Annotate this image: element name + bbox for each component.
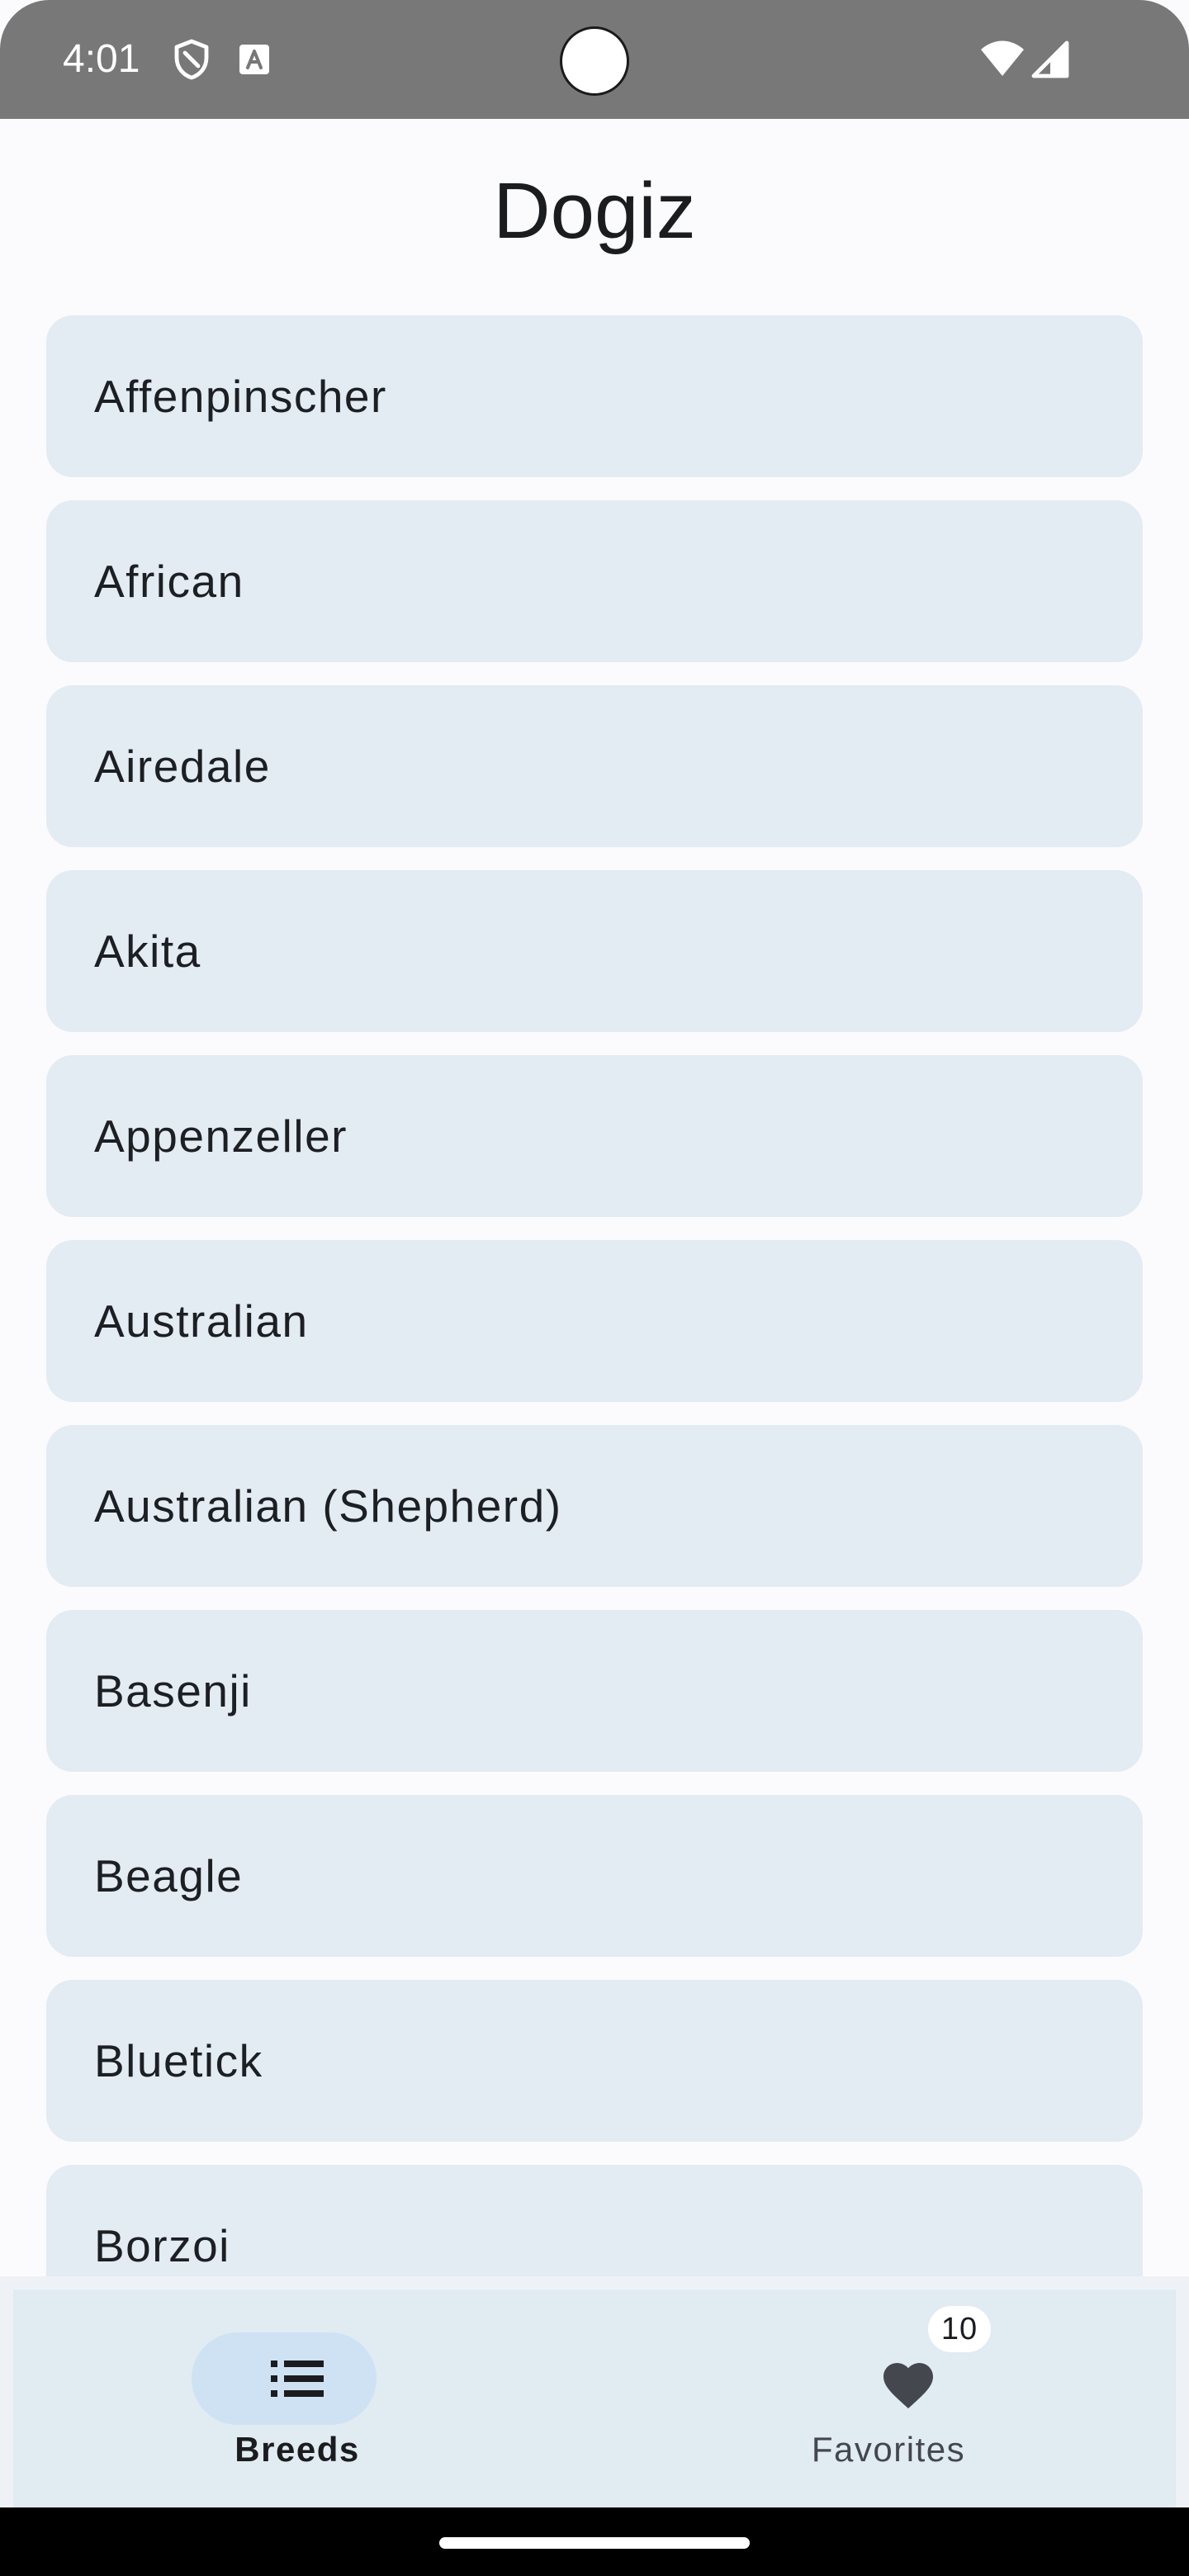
status-time: 4:01: [63, 37, 140, 81]
gesture-navigation-area: [0, 2507, 1189, 2576]
breed-list-item[interactable]: Bluetick: [46, 1980, 1143, 2142]
favorites-count-badge: 10: [928, 2306, 991, 2352]
bottom-navigation: Breeds 10 Favorites: [0, 2276, 1189, 2507]
a-icon: [239, 45, 269, 74]
breed-list-item[interactable]: Borzoi: [46, 2165, 1143, 2276]
status-bar: 4:01: [0, 0, 1189, 119]
breed-list[interactable]: Affenpinscher African Airedale Akita App…: [46, 315, 1143, 2276]
breed-label: Airedale: [94, 741, 271, 792]
app-title: Dogiz: [493, 167, 696, 255]
breed-label: Basenji: [94, 1665, 252, 1717]
nav-label-favorites: Favorites: [811, 2430, 966, 2469]
breed-label: Bluetick: [94, 2035, 263, 2086]
breed-list-item[interactable]: African: [46, 500, 1143, 662]
breed-list-item[interactable]: Appenzeller: [46, 1055, 1143, 1217]
breed-list-item[interactable]: Basenji: [46, 1610, 1143, 1772]
breed-label: African: [94, 556, 244, 607]
nav-tab-favorites[interactable]: 10 Favorites: [594, 2290, 1189, 2507]
camera-cutout: [560, 26, 629, 96]
home-gesture-handle[interactable]: [439, 2537, 750, 2549]
breed-label: Appenzeller: [94, 1110, 348, 1162]
breed-label: Australian (Shepherd): [94, 1480, 562, 1532]
breed-label: Akita: [94, 926, 201, 977]
app-screen: 4:01 Dogiz Affenpinscher African Airedal…: [0, 0, 1189, 2576]
wifi-icon: [981, 40, 1024, 76]
signal-icon: [1031, 40, 1069, 78]
nav-tab-breeds[interactable]: Breeds: [0, 2290, 594, 2507]
heart-icon: [883, 2363, 933, 2409]
list-icon: [271, 2361, 324, 2397]
nav-label-breeds: Breeds: [234, 2430, 360, 2469]
breed-list-item[interactable]: Australian (Shepherd): [46, 1425, 1143, 1587]
breed-list-item[interactable]: Australian: [46, 1240, 1143, 1402]
breed-list-item[interactable]: Beagle: [46, 1795, 1143, 1957]
breed-label: Australian: [94, 1295, 309, 1347]
breed-list-item[interactable]: Affenpinscher: [46, 315, 1143, 477]
breed-list-item[interactable]: Airedale: [46, 685, 1143, 847]
shield-icon: [174, 39, 209, 80]
breed-label: Borzoi: [94, 2220, 230, 2271]
breed-list-item[interactable]: Akita: [46, 870, 1143, 1032]
breed-label: Beagle: [94, 1850, 244, 1901]
breed-label: Affenpinscher: [94, 371, 387, 422]
